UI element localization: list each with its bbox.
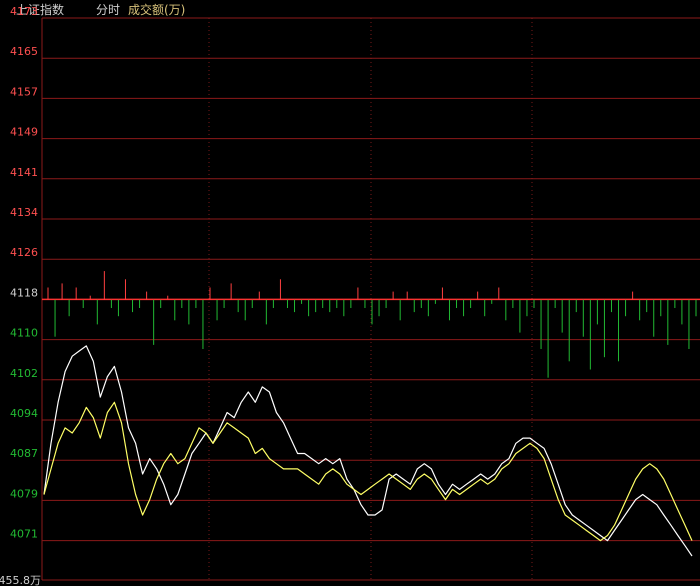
grid-lines xyxy=(41,17,700,581)
price-tick-label: 4157 xyxy=(10,85,38,98)
price-tick-label: 4149 xyxy=(10,126,38,139)
yellow-price-line xyxy=(43,401,693,542)
price-tick-label: 4094 xyxy=(10,407,38,420)
price-axis-labels: 4173 4165 4157 4149 4141 4134 4126 4118 4110 4102… xyxy=(0,5,41,586)
price-tick-label: 4102 xyxy=(10,367,38,380)
price-tick-label: 4165 xyxy=(10,45,38,58)
price-tick-label: 4134 xyxy=(10,206,38,219)
price-series xyxy=(43,345,693,557)
price-tick-label: 4079 xyxy=(10,487,38,500)
price-tick-label: 4126 xyxy=(10,246,38,259)
price-tick-label: 4173 xyxy=(10,5,38,18)
volume-bars xyxy=(47,271,697,378)
price-tick-label: 4110 xyxy=(10,327,38,340)
price-tick-label: 4141 xyxy=(10,166,38,179)
volume-max-label: 455.8万 xyxy=(0,574,41,586)
white-price-line xyxy=(43,345,693,557)
intraday-price-chart[interactable]: 4173 4165 4157 4149 4141 4134 4126 4118 4110 4102… xyxy=(0,0,700,586)
price-tick-label: 4118 xyxy=(10,286,38,299)
price-tick-label: 4087 xyxy=(10,447,38,460)
price-tick-label: 4071 xyxy=(10,528,38,541)
